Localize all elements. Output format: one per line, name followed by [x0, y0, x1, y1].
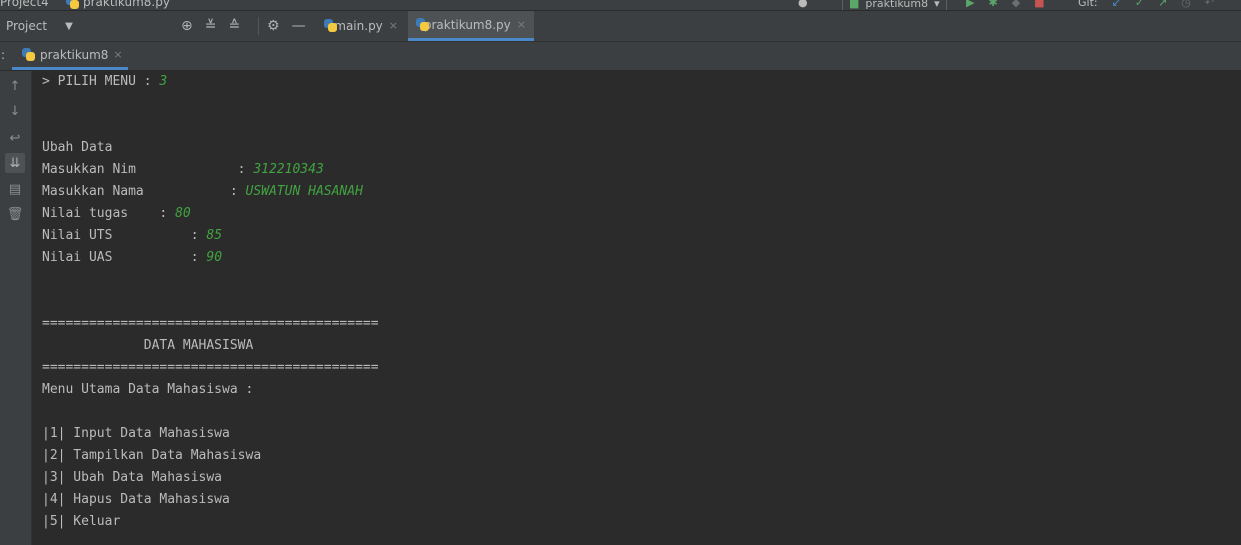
python-file-icon — [66, 0, 79, 9]
user-icon: ● — [798, 0, 808, 9]
title-bar: Project4 praktikum8.py ● ■ praktikum8 ▾ … — [0, 0, 1241, 11]
python-run-icon — [22, 48, 35, 61]
run-icon[interactable]: ▶ — [966, 0, 974, 9]
run-header-colon: : — [1, 48, 6, 62]
tab-label: main.py — [334, 18, 383, 33]
toolbar-divider — [258, 17, 259, 35]
run-tool-window-header: : praktikum8 × — [0, 42, 1241, 71]
console-line-menu-item: |5| Keluar — [42, 514, 121, 529]
console-input-value: 85 — [206, 228, 223, 243]
console-line-ubah-header: Ubah Data — [42, 140, 113, 155]
run-console-output[interactable]: > PILIH MENU : 3 Ubah Data Masukkan Nim … — [32, 71, 1241, 545]
console-line-menu-choice: > PILIH MENU : 3 — [42, 71, 167, 93]
console-line-tugas: Nilai tugas : 80 — [42, 203, 191, 225]
file-breadcrumb-label: praktikum8.py — [83, 0, 170, 9]
console-line-nim: Masukkan Nim : 312210343 — [42, 159, 324, 181]
git-label: Git: — [1078, 0, 1098, 9]
project-view-selector[interactable]: Project ▼ — [6, 11, 73, 41]
console-input-value: 80 — [175, 206, 191, 221]
tab-main-py[interactable]: main.py × — [316, 11, 406, 40]
console-input-value: 312210343 — [253, 162, 324, 177]
trash-icon[interactable]: 🗑 — [5, 204, 25, 224]
run-config-selector[interactable]: ■ praktikum8 ▾ — [842, 0, 947, 10]
project-view-label: Project — [6, 19, 48, 33]
python-file-icon — [416, 18, 428, 31]
console-line-title: DATA MAHASISWA — [42, 338, 254, 353]
console-input-value: 90 — [206, 250, 223, 265]
git-update-icon[interactable]: ↙ — [1112, 0, 1121, 9]
history-icon[interactable]: ◷ — [1181, 0, 1191, 9]
console-input-value: 3 — [159, 74, 168, 89]
scroll-to-end-icon[interactable]: ⇊ — [5, 153, 25, 173]
python-file-icon — [324, 19, 338, 32]
console-line-menu-item: |4| Hapus Data Mahasiswa — [42, 492, 230, 507]
console-prompt: Masukkan Nim : — [42, 162, 254, 177]
console-line-rule-top: ========================================… — [42, 316, 379, 331]
console-prompt: Nilai tugas : — [42, 206, 176, 221]
console-prompt: Nilai UTS : — [42, 228, 207, 243]
console-line-rule-bottom: ========================================… — [42, 360, 379, 375]
close-icon[interactable]: × — [517, 18, 526, 31]
run-config-label: praktikum8 — [865, 0, 929, 10]
console-line-nama: Masukkan Nama : USWATUN HASANAH — [42, 181, 363, 203]
console-prompt: Masukkan Nama : — [42, 184, 246, 199]
console-line-menu-item: |3| Ubah Data Mahasiswa — [42, 470, 223, 485]
run-tab-label: praktikum8 — [40, 47, 109, 62]
git-commit-icon[interactable]: ✓ — [1135, 0, 1144, 9]
user-menu[interactable]: ● — [798, 0, 808, 10]
console-prompt: Nilai UAS : — [42, 250, 207, 265]
arrow-down-icon[interactable]: ↓ — [5, 101, 25, 121]
console-line-menu-item: |2| Tampilkan Data Mahasiswa — [42, 448, 262, 463]
editor-toolbar: Project ▼ ⊕ ≚ ≙ ⚙ — main.py × praktikum8… — [0, 11, 1241, 42]
project-breadcrumb[interactable]: Project4 — [0, 0, 49, 9]
gear-icon[interactable]: ⚙ — [267, 18, 280, 34]
print-icon[interactable]: ▤ — [5, 179, 25, 199]
coverage-icon[interactable]: ◆ — [1012, 0, 1020, 9]
collapse-all-icon[interactable]: ≙ — [228, 18, 240, 34]
locate-icon[interactable]: ⊕ — [181, 18, 193, 34]
python-config-icon: ■ — [849, 0, 860, 10]
file-breadcrumb[interactable]: praktikum8.py — [66, 0, 170, 9]
console-line-menu-title: Menu Utama Data Mahasiswa : — [42, 382, 254, 397]
rollback-icon[interactable]: ↶ — [1205, 0, 1214, 9]
close-icon[interactable]: × — [389, 19, 398, 32]
git-push-icon[interactable]: ↗ — [1158, 0, 1167, 9]
chevron-down-icon: ▼ — [65, 20, 73, 32]
console-input-value: USWATUN HASANAH — [245, 184, 363, 199]
hide-icon[interactable]: — — [292, 18, 306, 34]
tab-praktikum8-py[interactable]: praktikum8.py × — [408, 11, 534, 41]
soft-wrap-icon[interactable]: ↩ — [5, 128, 25, 148]
debug-icon[interactable]: ✱ — [988, 0, 997, 9]
console-line-uas: Nilai UAS : 90 — [42, 247, 222, 269]
expand-all-icon[interactable]: ≚ — [205, 18, 217, 34]
console-line-menu-item: |1| Input Data Mahasiswa — [42, 426, 230, 441]
stop-icon[interactable]: ■ — [1034, 0, 1044, 9]
console-gutter: ↑ ↓ ↩ ⇊ ▤ 🗑 — [0, 71, 32, 545]
run-tab-praktikum8[interactable]: praktikum8 × — [12, 42, 128, 70]
close-icon[interactable]: × — [113, 48, 122, 61]
chevron-down-icon: ▾ — [934, 0, 940, 10]
console-line-uts: Nilai UTS : 85 — [42, 225, 222, 247]
arrow-up-icon[interactable]: ↑ — [5, 76, 25, 96]
tab-label: praktikum8.py — [423, 17, 511, 32]
console-prompt: > PILIH MENU : — [42, 74, 160, 89]
